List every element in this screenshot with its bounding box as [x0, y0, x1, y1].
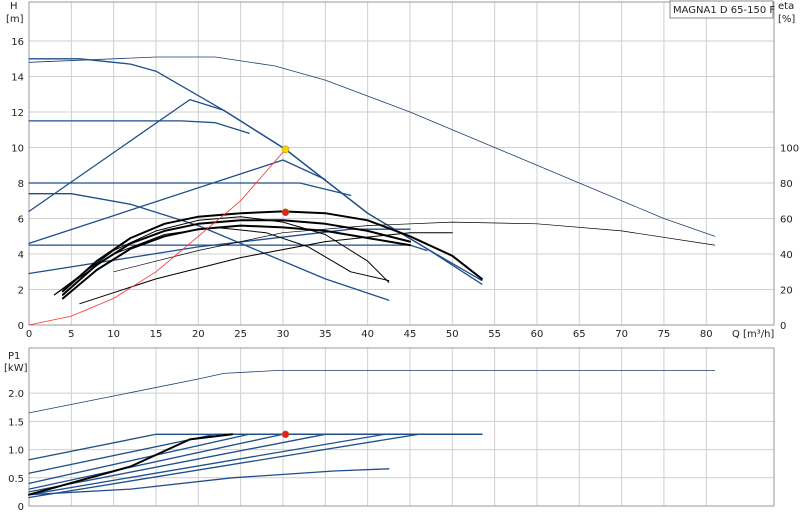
head-marker-1: [281, 208, 290, 217]
y-axis-unit-head: [m]: [6, 14, 24, 25]
x-tick-label-12: 60: [531, 329, 544, 340]
x-tick-label-10: 50: [446, 329, 459, 340]
y2-axis-unit-eta: [%]: [778, 14, 795, 25]
x-tick-label-15: 75: [658, 329, 671, 340]
bottom-tick-labels: 0 0.5 1.0 1.5 2.0: [8, 389, 24, 513]
head-curve-3: [28, 120, 250, 134]
y-tick-label-head-0: 0: [18, 321, 24, 332]
x-tick-label-4: 20: [192, 329, 205, 340]
y-tick-label-head-3: 6: [18, 215, 24, 226]
top-tick-labels: 0 5 10 15 20 25 30 35 40 45 50 55 60 65 70 75 80 0 2 4 6 8 10 1…: [11, 37, 799, 340]
top-plot-frame: [28, 1, 775, 326]
top-grid: [28, 2, 774, 326]
pump-curve-svg: 0 5 10 15 20 25 30 35 40 45 50 55 60 65 70 75 80 0 2 4 6 8 10 1…: [4, 0, 799, 513]
power-curve-0: [28, 370, 716, 414]
top-series-group: [28, 56, 716, 326]
y-tick-label-power-0: 0: [18, 502, 24, 513]
head-curve-1: [28, 98, 483, 282]
pump-curve-chart: 0 5 10 15 20 25 30 35 40 45 50 55 60 65 70 75 80 0 2 4 6 8 10 1…: [0, 0, 800, 520]
x-tick-label-13: 65: [573, 329, 586, 340]
y2-tick-label-eta-4: 80: [780, 179, 793, 190]
power-curve-4: [28, 433, 483, 490]
y2-tick-label-eta-1: 20: [780, 286, 793, 297]
y-tick-label-head-4: 8: [18, 179, 24, 190]
y-tick-label-power-3: 1.5: [8, 417, 24, 428]
head-marker-0: [281, 145, 290, 154]
power-curve-6: [28, 433, 483, 496]
x-tick-label-11: 55: [488, 329, 501, 340]
y-axis-label-head: H: [10, 1, 18, 12]
bottom-grid: [28, 348, 774, 507]
y-tick-label-power-2: 1.0: [8, 446, 24, 457]
x-tick-label-6: 30: [277, 329, 290, 340]
y-tick-label-head-6: 12: [11, 108, 24, 119]
y-tick-label-head-8: 16: [11, 37, 24, 48]
bottom-plot-frame: [28, 347, 775, 507]
y-tick-label-head-5: 10: [11, 144, 24, 155]
x-tick-label-14: 70: [615, 329, 628, 340]
y-tick-label-head-1: 2: [18, 286, 24, 297]
x-tick-label-9: 45: [404, 329, 417, 340]
head-curve-8: [28, 193, 390, 301]
y-axis-unit-power: [kW]: [4, 363, 28, 374]
y2-axis-label-eta: eta: [778, 1, 794, 12]
y2-tick-label-eta-0: 0: [780, 321, 786, 332]
y2-tick-label-eta-5: 100: [780, 144, 799, 155]
x-axis-label: Q [m³/h]: [732, 329, 774, 340]
x-tick-label-5: 25: [234, 329, 247, 340]
y-tick-label-head-7: 14: [11, 73, 24, 84]
head-curve-2: [28, 58, 483, 285]
model-label: MAGNA1 D 65-150 F: [673, 5, 775, 16]
power-curve-7: [28, 433, 483, 499]
power-curve-9: [28, 433, 234, 496]
bottom-series-group: [28, 370, 716, 499]
x-tick-label-3: 15: [150, 329, 163, 340]
y2-tick-label-eta-3: 60: [780, 215, 793, 226]
y-tick-label-power-1: 0.5: [8, 474, 24, 485]
x-tick-label-2: 10: [107, 329, 120, 340]
x-tick-label-8: 40: [361, 329, 374, 340]
head-curve-6: [28, 159, 326, 245]
power-marker-0: [281, 430, 290, 439]
head-curve-11: [61, 224, 411, 300]
bottom-markers-group: [281, 430, 290, 439]
y2-tick-label-eta-2: 40: [780, 250, 793, 261]
y-axis-label-power: P1: [8, 351, 20, 362]
y-tick-label-head-2: 4: [18, 250, 24, 261]
x-tick-label-7: 35: [319, 329, 332, 340]
head-curve-4: [28, 182, 352, 197]
x-tick-label-0: 0: [26, 329, 32, 340]
y-tick-label-power-4: 2.0: [8, 389, 24, 400]
x-tick-label-1: 5: [68, 329, 74, 340]
x-tick-label-16: 80: [700, 329, 713, 340]
